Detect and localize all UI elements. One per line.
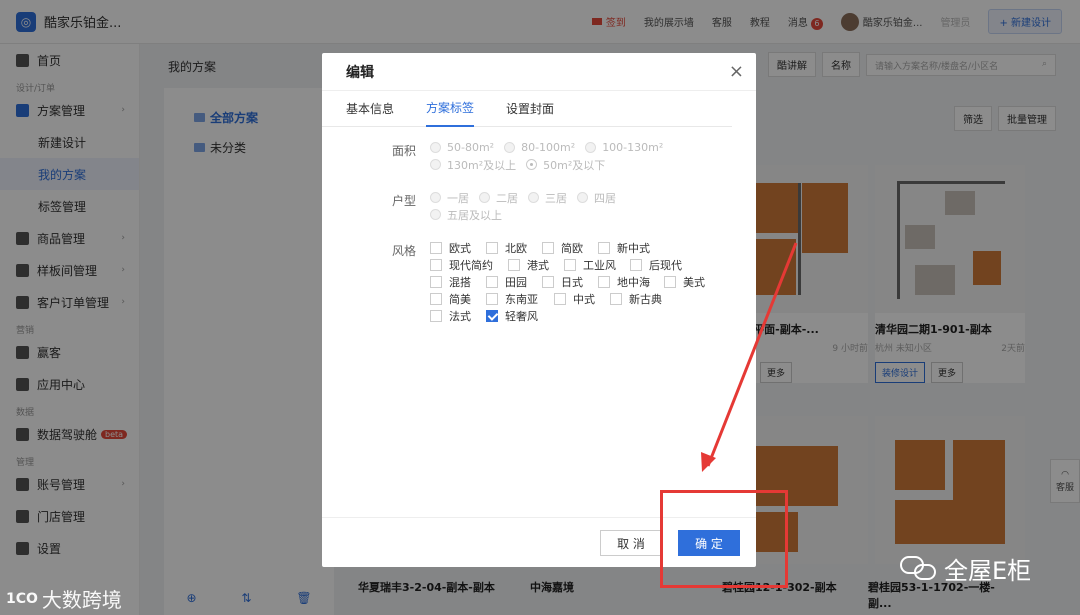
watermark-logo: 1CO <box>6 590 38 607</box>
watermark-text: 大数跨境 <box>41 588 122 612</box>
watermark-text: 全屋E柜 <box>944 557 1032 585</box>
watermark-right: 全屋E柜 <box>900 551 1031 586</box>
annotation-arrow <box>701 242 798 472</box>
watermark-left: 1CO 大数跨境 <box>6 584 122 613</box>
annotation-highlight-box <box>660 490 788 588</box>
wechat-icon <box>900 555 938 582</box>
